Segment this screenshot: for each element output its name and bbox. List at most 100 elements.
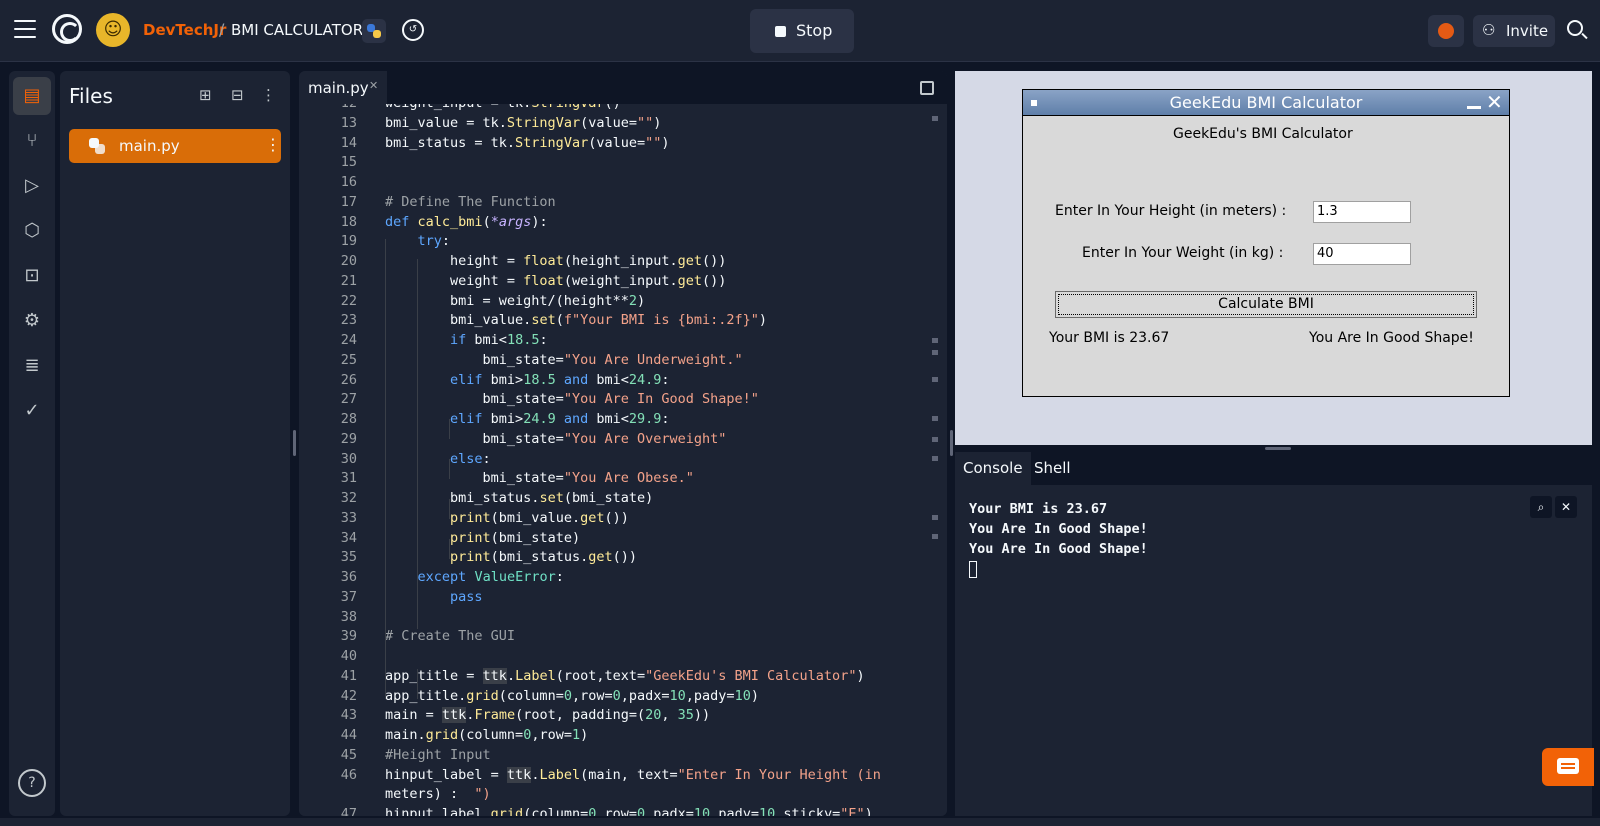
code-line[interactable]: 23 bmi_value.set(f"Your BMI is {bmi:.2f}… <box>299 311 929 331</box>
files-more-icon[interactable]: ⋮ <box>261 86 276 104</box>
files-icon[interactable]: ▤ <box>13 77 51 115</box>
menu-icon[interactable] <box>14 20 36 38</box>
code-editor: main.py ✕ 12 weight_input = tk.StringVar(… <box>299 71 947 816</box>
files-title: Files <box>69 84 113 108</box>
secrets-icon[interactable]: ⊡ <box>13 257 51 295</box>
code-line[interactable]: 47 hinput_label.grid(column=0,row=0,padx=… <box>299 805 929 816</box>
add-user-icon: ⚇ <box>1482 21 1496 39</box>
code-text: print(bmi_value.get()) <box>450 509 629 526</box>
breadcrumb-separator: / <box>219 20 225 39</box>
code-line[interactable]: 46 hinput_label = ttk.Label(main, text="E… <box>299 766 929 786</box>
breadcrumb-repl-name[interactable]: BMI CALCULATOR <box>231 21 363 39</box>
resize-handle-middle[interactable] <box>950 430 953 456</box>
pumpkin-button[interactable] <box>1428 15 1464 47</box>
calculate-bmi-button[interactable]: Calculate BMI <box>1055 291 1477 318</box>
code-line[interactable]: 29 bmi_state="You Are Overweight" <box>299 430 929 450</box>
editor-minimap[interactable] <box>932 104 938 816</box>
history-icon[interactable]: ↺ <box>402 19 424 41</box>
tab-console[interactable]: Console <box>955 452 1031 485</box>
code-line[interactable]: 15 <box>299 153 929 173</box>
code-line[interactable]: 16 <box>299 173 929 193</box>
code-line[interactable]: 17 # Define The Function <box>299 193 929 213</box>
tk-title-bar[interactable]: GeekEdu BMI Calculator ✕ <box>1023 90 1509 116</box>
code-line[interactable]: 18 def calc_bmi(*args): <box>299 213 929 233</box>
breadcrumb-user[interactable]: DevTechJr <box>143 21 226 39</box>
new-file-icon[interactable]: ⊞ <box>199 86 212 104</box>
code-line[interactable]: 45 #Height Input <box>299 746 929 766</box>
code-line[interactable]: 30 else: <box>299 450 929 470</box>
code-line[interactable]: 32 bmi_status.set(bmi_state) <box>299 489 929 509</box>
code-line[interactable]: 37 pass <box>299 588 929 608</box>
weight-input[interactable]: 40 <box>1313 243 1411 265</box>
check-icon[interactable]: ✓ <box>13 392 51 430</box>
file-more-icon[interactable]: ⋮ <box>265 135 281 154</box>
line-number: 44 <box>340 727 357 743</box>
code-line[interactable]: 27 bmi_state="You Are In Good Shape!" <box>299 390 929 410</box>
stop-icon <box>775 26 786 37</box>
line-number: 17 <box>340 193 357 210</box>
replit-logo-icon[interactable] <box>52 14 82 44</box>
code-line[interactable]: 19 try: <box>299 232 929 252</box>
console-clear-icon[interactable]: ✕ <box>1555 496 1577 518</box>
line-number: 40 <box>340 648 357 664</box>
editor-options-icon[interactable] <box>920 81 934 95</box>
resize-handle-output[interactable] <box>1265 447 1291 450</box>
console-output[interactable]: Your BMI is 23.67 You Are In Good Shape!… <box>969 499 1148 579</box>
code-line[interactable]: 14 bmi_status = tk.StringVar(value="") <box>299 134 929 154</box>
line-number: 31 <box>340 470 357 487</box>
code-line[interactable]: 13 bmi_value = tk.StringVar(value="") <box>299 114 929 134</box>
tab-shell[interactable]: Shell <box>1026 452 1079 485</box>
code-line[interactable]: 41 app_title = ttk.Label(root,text="GeekE… <box>299 667 929 687</box>
git-icon[interactable]: ⑂ <box>13 122 51 160</box>
code-text: app_title = ttk.Label(root,text="GeekEdu… <box>385 667 865 684</box>
code-line[interactable]: 25 bmi_state="You Are Underweight." <box>299 351 929 371</box>
line-number: 16 <box>340 174 357 190</box>
console-search-icon[interactable]: ⌕ <box>1530 496 1552 518</box>
avatar[interactable]: ☺ <box>96 13 130 47</box>
code-line[interactable]: 33 print(bmi_value.get()) <box>299 509 929 529</box>
invite-button[interactable]: ⚇ Invite <box>1473 15 1555 47</box>
code-line[interactable]: 40 <box>299 647 929 667</box>
height-input[interactable]: 1.3 <box>1313 201 1411 223</box>
tab-main-py[interactable]: main.py ✕ <box>299 71 387 104</box>
sidebar-rail: ▤ ⑂ ▷ ⬡ ⊡ ⚙ ≣ ✓ ? <box>9 71 55 816</box>
code-line[interactable]: 44 main.grid(column=0,row=1) <box>299 726 929 746</box>
chat-button[interactable] <box>1542 748 1594 786</box>
stop-label: Stop <box>796 21 833 40</box>
code-line[interactable]: 35 print(bmi_status.get()) <box>299 548 929 568</box>
settings-icon[interactable]: ⚙ <box>13 302 51 340</box>
search-icon[interactable] <box>1567 20 1583 36</box>
code-line[interactable]: 36 except ValueError: <box>299 568 929 588</box>
code-line[interactable]: 42 app_title.grid(column=0,row=0,padx=10,… <box>299 687 929 707</box>
code-line[interactable]: 39 # Create The GUI <box>299 627 929 647</box>
code-line[interactable]: meters) : ") <box>299 785 929 805</box>
code-line[interactable]: 24 if bmi<18.5: <box>299 331 929 351</box>
help-icon[interactable]: ? <box>18 769 46 797</box>
stop-button[interactable]: Stop <box>750 9 854 53</box>
code-line[interactable]: 26 elif bmi>18.5 and bmi<24.9: <box>299 371 929 391</box>
code-line[interactable]: 28 elif bmi>24.9 and bmi<29.9: <box>299 410 929 430</box>
database-icon[interactable]: ≣ <box>13 347 51 385</box>
code-line[interactable]: 38 <box>299 608 929 628</box>
run-icon[interactable]: ▷ <box>13 167 51 205</box>
close-tab-icon[interactable]: ✕ <box>369 79 378 92</box>
code-line[interactable]: 31 bmi_state="You Are Obese." <box>299 469 929 489</box>
close-icon[interactable]: ✕ <box>1486 92 1503 112</box>
code-text: bmi_value.set(f"Your BMI is {bmi:.2f}") <box>385 312 768 329</box>
code-line[interactable]: 34 print(bmi_state) <box>299 529 929 549</box>
code-text: bmi_state="You Are Underweight." <box>385 351 743 368</box>
line-number: 38 <box>340 608 357 625</box>
code-area[interactable]: 12 weight_input = tk.StringVar() 13 bmi_val… <box>299 104 947 816</box>
packages-icon[interactable]: ⬡ <box>13 212 51 250</box>
code-line[interactable]: 22 bmi = weight/(height**2) <box>299 292 929 312</box>
code-line[interactable]: 43 main = ttk.Frame(root, padding=(20, 35… <box>299 706 929 726</box>
code-line[interactable]: 12 weight_input = tk.StringVar() <box>299 104 929 114</box>
new-folder-icon[interactable]: ⊟ <box>231 86 244 104</box>
python-file-icon <box>89 138 105 154</box>
resize-handle-left[interactable] <box>293 430 296 456</box>
code-line[interactable]: 21 weight = float(weight_input.get()) <box>299 272 929 292</box>
file-item-main-py[interactable]: main.py ⋮ <box>69 129 281 163</box>
tk-window: GeekEdu BMI Calculator ✕ GeekEdu's BMI C… <box>1022 89 1510 397</box>
code-line[interactable]: 20 height = float(height_input.get()) <box>299 252 929 272</box>
minimize-icon[interactable] <box>1467 106 1481 109</box>
